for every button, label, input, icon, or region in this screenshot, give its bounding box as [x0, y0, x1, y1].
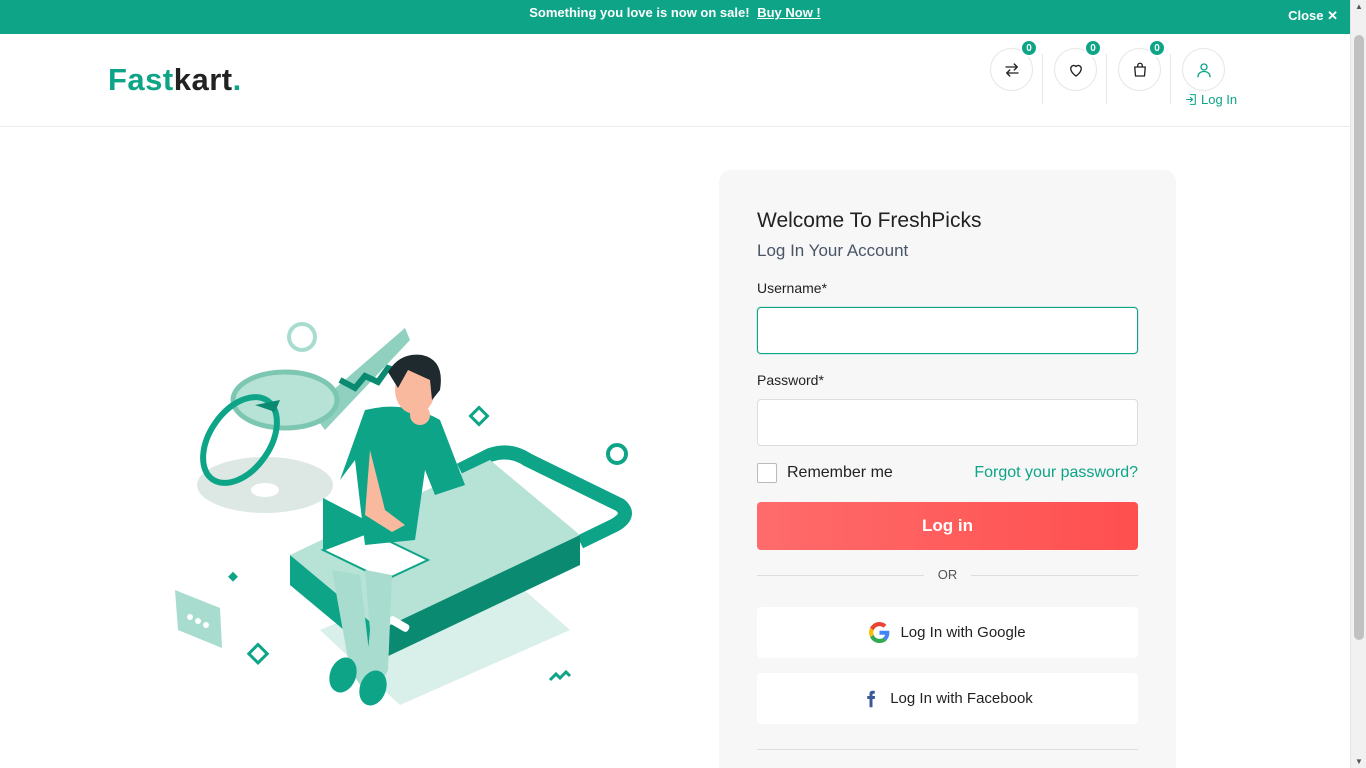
- remember-me-label: Remember me: [787, 464, 893, 481]
- decor-diamond-small: [228, 571, 238, 582]
- site-logo[interactable]: Fastkart.: [108, 62, 242, 98]
- scrollbar-thumb[interactable]: [1354, 35, 1364, 640]
- facebook-login-button[interactable]: Log In with Facebook: [757, 673, 1138, 724]
- top-banner: Something you love is now on sale! Buy N…: [0, 0, 1350, 34]
- banner-close-label: Close: [1288, 8, 1324, 23]
- facebook-login-label: Log In with Facebook: [890, 690, 1033, 707]
- close-icon: ✕: [1327, 8, 1338, 23]
- buy-now-link[interactable]: Buy Now !: [757, 5, 821, 20]
- decor-diamond: [468, 405, 490, 427]
- banner-close-button[interactable]: Close ✕: [1288, 8, 1338, 24]
- banner-text: Something you love is now on sale!: [529, 5, 750, 20]
- scroll-down-arrow-icon[interactable]: ▼: [1355, 757, 1363, 766]
- chat-dot: [187, 614, 193, 620]
- password-label: Password*: [757, 372, 824, 388]
- scroll-up-arrow-icon[interactable]: ▲: [1355, 2, 1363, 11]
- banner-message: Something you love is now on sale! Buy N…: [0, 5, 1350, 20]
- decor-diamond-bottom: [246, 642, 270, 666]
- forgot-password-link[interactable]: Forgot your password?: [974, 464, 1138, 482]
- logo-secondary: kart: [173, 62, 233, 97]
- google-icon: [869, 622, 890, 643]
- login-icon: [1186, 94, 1196, 105]
- wishlist-button[interactable]: 0: [1054, 39, 1102, 91]
- decor-zigzag: [548, 669, 572, 682]
- header-login-label: Log In: [1201, 92, 1238, 107]
- key-small-ring: [287, 322, 317, 352]
- header-divider: [1106, 54, 1107, 104]
- or-divider: OR: [757, 567, 1138, 585]
- facebook-icon: [867, 690, 876, 707]
- google-login-button[interactable]: Log In with Google: [757, 607, 1138, 658]
- page-scrollbar[interactable]: ▲ ▼: [1350, 0, 1366, 768]
- login-subtitle: Log In Your Account: [757, 241, 909, 260]
- cart-button[interactable]: 0: [1118, 39, 1166, 91]
- cart-count-badge: 0: [1148, 39, 1166, 57]
- login-panel: Welcome To FreshPicks Log In Your Accoun…: [719, 170, 1176, 768]
- password-input[interactable]: [757, 399, 1138, 446]
- login-submit-button[interactable]: Log in: [757, 502, 1138, 550]
- panel-bottom-divider: [757, 749, 1138, 750]
- header-divider: [1042, 54, 1043, 104]
- wishlist-count-badge: 0: [1084, 39, 1102, 57]
- header-divider: [1170, 54, 1171, 104]
- user-icon: [1196, 62, 1211, 77]
- chat-dot: [203, 622, 209, 628]
- account-button[interactable]: [1182, 48, 1225, 91]
- username-input[interactable]: [757, 307, 1138, 354]
- site-header: Fastkart. 0 0 0 Log In: [0, 34, 1350, 127]
- google-login-label: Log In with Google: [900, 624, 1026, 641]
- compare-button[interactable]: 0: [990, 39, 1038, 91]
- remember-me[interactable]: Remember me: [757, 463, 893, 483]
- login-illustration: [175, 322, 632, 706]
- logo-dot: .: [232, 62, 242, 97]
- login-title: Welcome To FreshPicks: [757, 209, 982, 232]
- header-login-link[interactable]: Log In: [1185, 92, 1237, 107]
- arrows-exchange-icon: [1004, 62, 1019, 77]
- shopping-bag-icon: [1133, 62, 1146, 77]
- chat-dot: [195, 618, 201, 624]
- logo-primary: Fast: [108, 62, 174, 97]
- remember-me-checkbox[interactable]: [757, 463, 777, 483]
- decor-ring: [606, 443, 628, 465]
- heart-icon: [1069, 64, 1082, 77]
- compare-count-badge: 0: [1020, 39, 1038, 57]
- divider-line-right: [971, 575, 1138, 576]
- username-label: Username*: [757, 280, 828, 296]
- key-bow-hole: [251, 483, 279, 497]
